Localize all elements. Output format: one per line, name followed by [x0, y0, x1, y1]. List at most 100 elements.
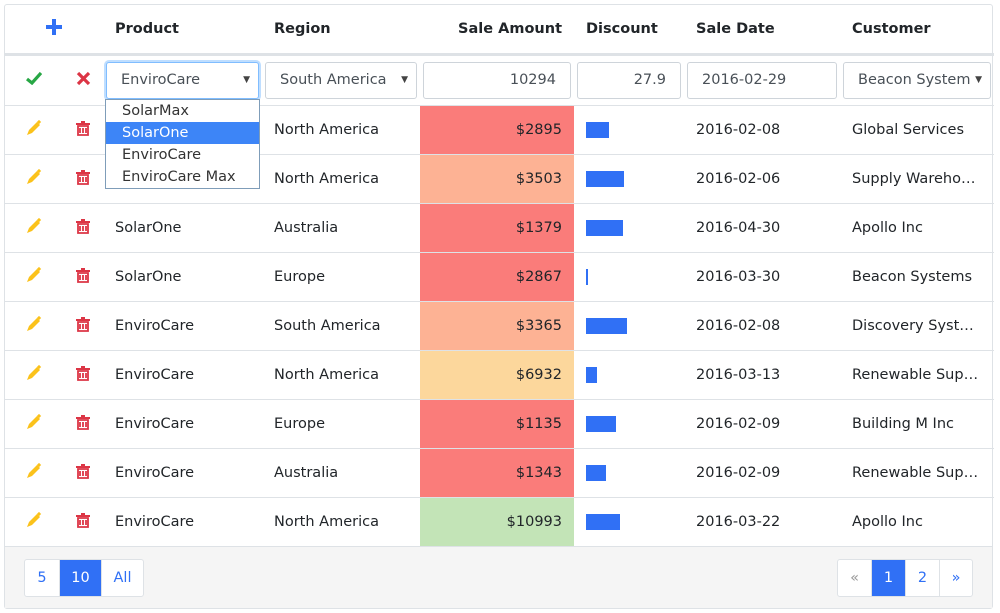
cell-product: EnviroCare	[103, 447, 262, 497]
cell-region: Europe	[262, 251, 420, 301]
discount-input[interactable]: 27.9	[577, 61, 681, 99]
cell-sale-amount: $3365	[420, 300, 574, 350]
header-row: Product Region Sale Amount Discount Sale…	[5, 5, 994, 56]
table-row[interactable]: EnviroCare North America $10993 2016-03-22 A…	[5, 496, 994, 546]
dropdown-option[interactable]: EnviroCare Max	[106, 166, 259, 188]
discount-bar	[586, 170, 624, 187]
cell-sale-amount: $2895	[420, 104, 574, 154]
column-header-region[interactable]: Region	[262, 5, 420, 56]
pencil-icon	[27, 413, 42, 429]
dropdown-option[interactable]: SolarOne	[106, 122, 259, 144]
cell-customer: Beacon Systems	[840, 251, 994, 301]
customer-select[interactable]: Beacon System ▼	[843, 61, 991, 99]
column-header-customer[interactable]: Customer	[840, 5, 994, 56]
cell-customer: Supply Warehouse	[840, 153, 994, 203]
trash-icon	[76, 169, 90, 185]
cell-customer: Discovery Systems	[840, 300, 994, 350]
cell-customer: Apollo Inc	[840, 496, 994, 546]
table-row[interactable]: SolarOne Australia $1379 2016-04-30 Apollo I…	[5, 202, 994, 252]
trash-icon	[76, 365, 90, 381]
cell-product: SolarOne	[103, 251, 262, 301]
edit-button[interactable]	[5, 496, 63, 546]
cell-sale-date: 2016-02-08	[684, 300, 840, 350]
cell-region: South America	[262, 300, 420, 350]
cell-sale-date: 2016-02-08	[684, 104, 840, 154]
delete-button[interactable]	[63, 153, 103, 203]
delete-button[interactable]	[63, 300, 103, 350]
table-row[interactable]: SolarOne Europe $2867 2016-03-30 Beacon Syst…	[5, 251, 994, 301]
add-row-button[interactable]	[5, 5, 103, 56]
pencil-icon	[27, 315, 42, 331]
cell-discount	[574, 496, 684, 546]
edit-button[interactable]	[5, 300, 63, 350]
delete-button[interactable]	[63, 202, 103, 252]
cell-region: Europe	[262, 398, 420, 448]
page-1-button[interactable]: 1	[871, 560, 905, 596]
dropdown-option[interactable]: SolarMax	[106, 100, 259, 122]
region-select[interactable]: South America ▼	[265, 61, 417, 99]
cell-product: EnviroCare	[103, 496, 262, 546]
product-select-value: EnviroCare	[121, 72, 201, 88]
plus-icon	[46, 18, 62, 35]
page-size-all[interactable]: All	[101, 560, 143, 596]
page-size-10[interactable]: 10	[59, 560, 101, 596]
delete-button[interactable]	[63, 349, 103, 399]
page-size-selector: 5 10 All	[24, 559, 144, 597]
cell-customer: Renewable Suppl...	[840, 349, 994, 399]
edit-button[interactable]	[5, 153, 63, 203]
cell-sale-date: 2016-04-30	[684, 202, 840, 252]
table-row[interactable]: EnviroCare Australia $1343 2016-02-09 Renewa…	[5, 447, 994, 497]
cell-sale-date: 2016-03-13	[684, 349, 840, 399]
delete-button[interactable]	[63, 398, 103, 448]
edit-button[interactable]	[5, 202, 63, 252]
sale-amount-input[interactable]: 10294	[423, 61, 571, 99]
cell-sale-amount: $1379	[420, 202, 574, 252]
table-row[interactable]: EnviroCare North America $6932 2016-03-13 Re…	[5, 349, 994, 399]
table-row[interactable]: EnviroCare South America $3365 2016-02-08 Di…	[5, 300, 994, 350]
page-size-5[interactable]: 5	[25, 560, 59, 596]
chevron-down-icon: ▼	[401, 75, 408, 85]
delete-button[interactable]	[63, 447, 103, 497]
table-row[interactable]: EnviroCare Europe $1135 2016-02-09 Building …	[5, 398, 994, 448]
dropdown-option[interactable]: EnviroCare	[106, 144, 259, 166]
column-header-product[interactable]: Product	[103, 5, 262, 56]
trash-icon	[76, 463, 90, 479]
cell-sale-date: 2016-03-30	[684, 251, 840, 301]
close-icon	[76, 71, 90, 85]
pencil-icon	[27, 511, 42, 527]
pencil-icon	[27, 266, 42, 282]
page-2-button[interactable]: 2	[905, 560, 939, 596]
edit-button[interactable]	[5, 104, 63, 154]
chevron-down-icon: ▼	[243, 75, 250, 85]
cell-discount	[574, 447, 684, 497]
sale-amount-value: 10294	[509, 72, 556, 88]
cell-discount	[574, 251, 684, 301]
grid-footer: 5 10 All « 1 2 »	[5, 546, 992, 608]
delete-button[interactable]	[63, 496, 103, 546]
data-grid: Product Region Sale Amount Discount Sale…	[4, 4, 994, 609]
edit-button[interactable]	[5, 447, 63, 497]
prev-page-button[interactable]: «	[838, 560, 871, 596]
column-header-sale-date[interactable]: Sale Date	[684, 5, 840, 56]
cell-customer: Building M Inc	[840, 398, 994, 448]
column-header-sale-amount[interactable]: Sale Amount	[420, 5, 574, 56]
discount-bar	[586, 415, 616, 432]
edit-button[interactable]	[5, 251, 63, 301]
sale-date-input[interactable]: 2016-02-29	[687, 61, 837, 99]
next-page-button[interactable]: »	[939, 560, 972, 596]
product-select[interactable]: EnviroCare ▼	[106, 61, 259, 99]
delete-button[interactable]	[63, 251, 103, 301]
check-icon	[26, 71, 43, 86]
save-button[interactable]	[5, 54, 63, 105]
cancel-button[interactable]	[63, 54, 103, 105]
cell-sale-amount: $10993	[420, 496, 574, 546]
discount-bar	[586, 513, 621, 530]
delete-button[interactable]	[63, 104, 103, 154]
edit-button[interactable]	[5, 349, 63, 399]
edit-button[interactable]	[5, 398, 63, 448]
cell-sale-date: 2016-02-09	[684, 398, 840, 448]
cell-sale-amount: $6932	[420, 349, 574, 399]
cell-sale-amount: $2867	[420, 251, 574, 301]
column-header-discount[interactable]: Discount	[574, 5, 684, 56]
discount-bar	[586, 121, 609, 138]
